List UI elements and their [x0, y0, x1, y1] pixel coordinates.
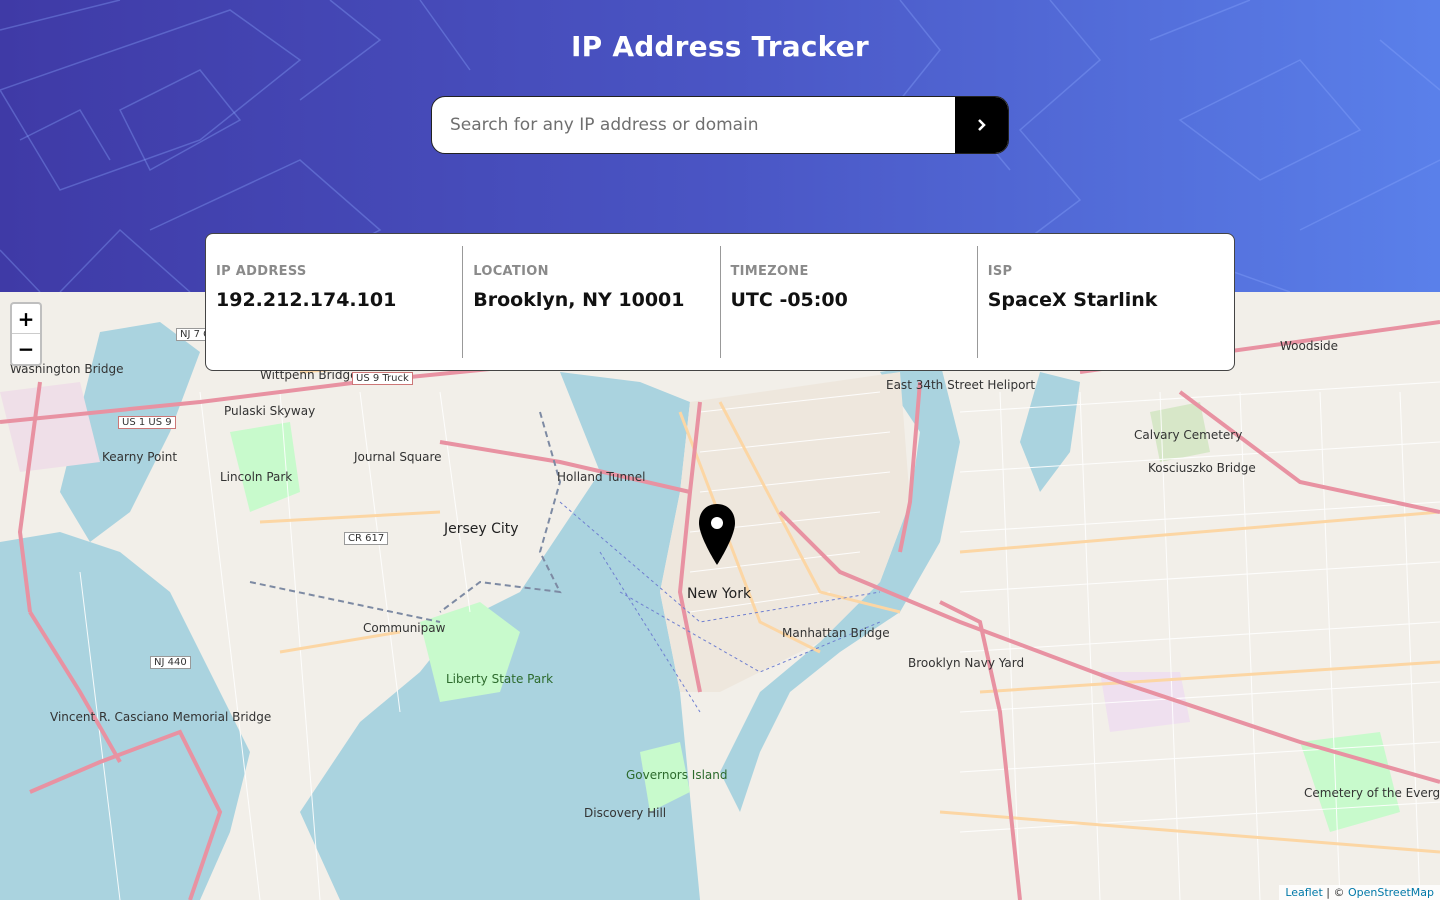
map-label: East 34th Street Heliport — [886, 378, 1036, 392]
zoom-in-button[interactable]: + — [12, 304, 40, 334]
search-bar — [431, 96, 1009, 154]
map-label: Vincent R. Casciano Memorial Bridge — [50, 710, 272, 724]
map-label: Kearny Point — [102, 450, 178, 464]
route-shield: US 9 Truck — [352, 372, 413, 385]
map-label: Kosciuszko Bridge — [1148, 461, 1256, 475]
map-label: Lincoln Park — [220, 470, 293, 484]
leaflet-link[interactable]: Leaflet — [1285, 886, 1322, 899]
map[interactable]: New York Jersey City Manhattan Bridge Jo… — [0, 292, 1440, 900]
location-pin-icon[interactable] — [698, 503, 736, 567]
map-label: Journal Square — [354, 450, 442, 464]
timezone-value: UTC -05:00 — [730, 289, 848, 311]
search-submit-button[interactable] — [955, 97, 1008, 153]
zoom-control: + − — [10, 302, 42, 366]
search-input[interactable] — [432, 97, 955, 153]
location-label: LOCATION — [473, 264, 549, 279]
attribution-separator: | © — [1326, 886, 1345, 899]
timezone-cell: TIMEZONE UTC -05:00 — [719, 246, 977, 358]
map-label: Manhattan Bridge — [782, 626, 890, 640]
ip-info-card: IP ADDRESS 192.212.174.101 LOCATION Broo… — [205, 233, 1235, 371]
page-title: IP Address Tracker — [571, 30, 869, 63]
location-value: Brooklyn, NY 10001 — [473, 289, 685, 311]
map-label: Brooklyn Navy Yard — [908, 656, 1025, 670]
route-shield: NJ 440 — [150, 656, 191, 669]
map-label: Woodside — [1280, 339, 1339, 353]
route-shield: CR 617 — [344, 532, 389, 545]
ip-address-value: 192.212.174.101 — [216, 289, 397, 311]
route-shield: US 1 US 9 — [118, 416, 176, 429]
isp-value: SpaceX Starlink — [987, 289, 1158, 311]
map-label: Calvary Cemetery — [1134, 428, 1243, 442]
openstreetmap-link[interactable]: OpenStreetMap — [1348, 886, 1434, 899]
location-cell: LOCATION Brooklyn, NY 10001 — [462, 246, 719, 358]
map-label: Holland Tunnel — [557, 470, 646, 484]
map-attribution: Leaflet | © OpenStreetMap — [1279, 885, 1440, 900]
map-label: Communipaw — [363, 621, 446, 635]
map-label: Governors Island — [626, 768, 728, 782]
map-label: Liberty State Park — [446, 672, 554, 686]
map-label: New York — [687, 586, 752, 602]
map-label: Jersey City — [444, 521, 519, 537]
ip-address-cell: IP ADDRESS 192.212.174.101 — [206, 246, 462, 358]
timezone-label: TIMEZONE — [730, 264, 809, 279]
isp-label: ISP — [987, 264, 1013, 279]
map-label: Pulaski Skyway — [224, 404, 316, 418]
zoom-out-button[interactable]: − — [12, 334, 40, 364]
map-label: Discovery Hill — [584, 806, 667, 820]
ip-address-label: IP ADDRESS — [216, 264, 307, 279]
isp-cell: ISP SpaceX Starlink — [976, 246, 1234, 358]
map-label: Cemetery of the Evergreens — [1304, 786, 1440, 800]
chevron-right-icon — [977, 119, 986, 131]
